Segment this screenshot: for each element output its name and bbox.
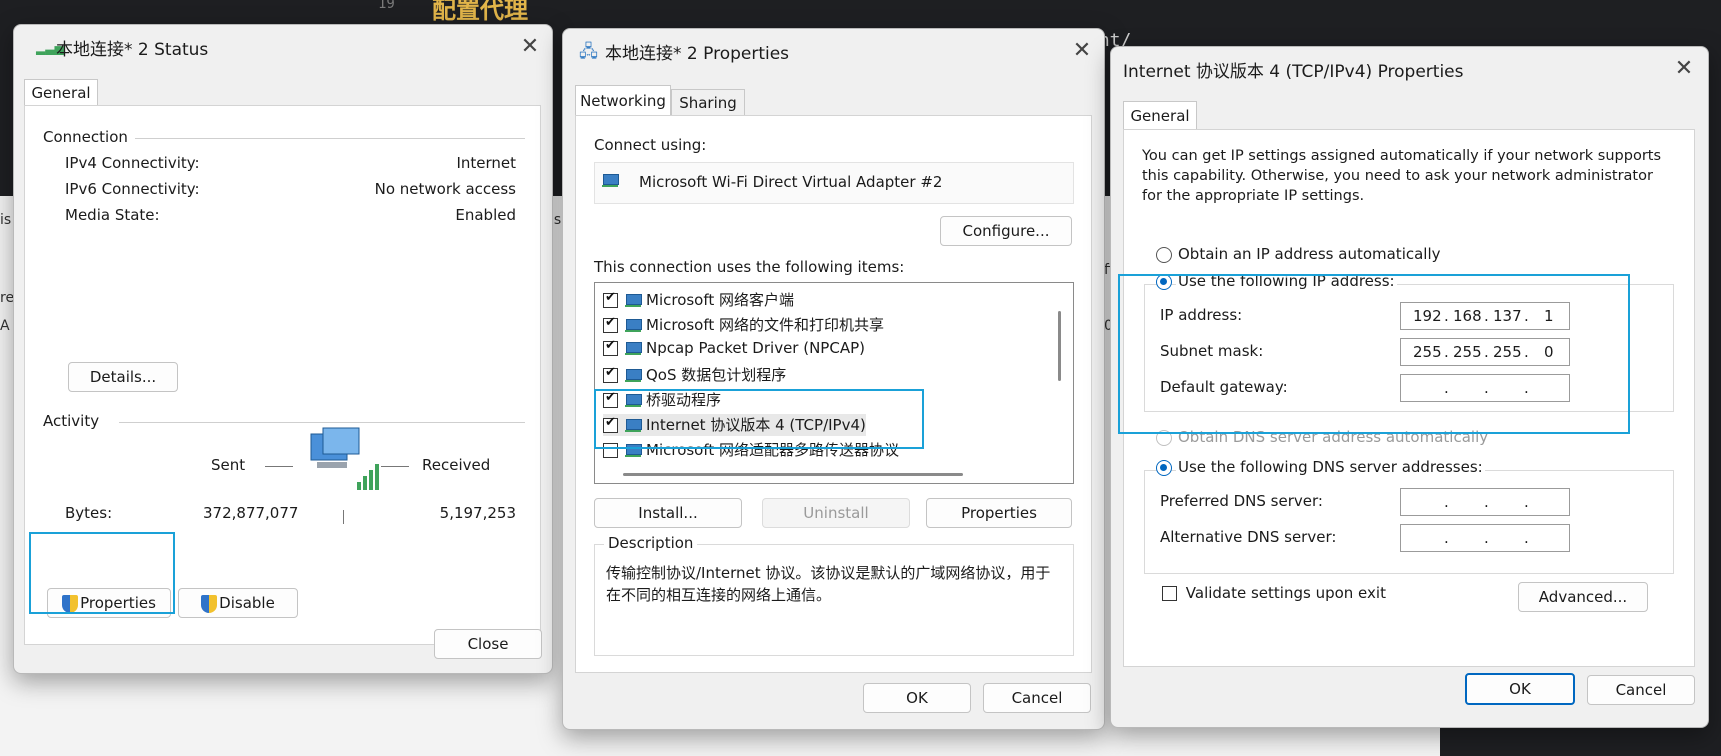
- list-item[interactable]: QoS 数据包计划程序: [603, 364, 786, 386]
- cancel-button[interactable]: Cancel: [983, 683, 1091, 713]
- description-text: 传输控制协议/Internet 协议。该协议是默认的广域网络协议，用于在不同的相…: [606, 564, 1051, 604]
- divider: [265, 466, 293, 467]
- close-icon[interactable]: ✕: [1064, 33, 1100, 69]
- horizontal-scrollbar[interactable]: [623, 473, 963, 476]
- highlight-static-ip: [1118, 274, 1630, 434]
- item-checkbox[interactable]: [603, 290, 618, 308]
- disable-button-label: Disable: [219, 594, 275, 612]
- close-icon[interactable]: ✕: [512, 29, 548, 65]
- highlight-ipv4-item: [594, 389, 924, 449]
- ipv4-connectivity-label: IPv4 Connectivity:: [65, 154, 200, 172]
- uac-shield-icon: [201, 594, 218, 613]
- media-state-label: Media State:: [65, 206, 160, 224]
- ipv4-window-title: Internet 协议版本 4 (TCP/IPv4) Properties: [1123, 62, 1464, 82]
- obtain-ip-auto-label[interactable]: Obtain an IP address automatically: [1178, 245, 1441, 263]
- validate-label: Validate settings upon exit: [1185, 584, 1386, 602]
- intro-line: You can get IP settings assigned automat…: [1142, 148, 1662, 164]
- details-button[interactable]: Details...: [68, 362, 178, 392]
- obtain-ip-auto-radio[interactable]: [1156, 247, 1172, 263]
- preferred-dns-label: Preferred DNS server:: [1160, 492, 1323, 510]
- validate-checkbox[interactable]: [1162, 586, 1177, 601]
- intro-line: this capability. Otherwise, you need to …: [1142, 168, 1653, 184]
- highlight-properties: [29, 532, 175, 614]
- properties-titlebar: 🖧 本地连接* 2 Properties ✕: [563, 29, 1104, 71]
- list-item[interactable]: Microsoft 网络客户端: [603, 289, 794, 311]
- disable-button[interactable]: Disable: [178, 588, 298, 618]
- ipv4-connectivity-value: Internet: [456, 154, 516, 172]
- properties-window: 🖧 本地连接* 2 Properties ✕ Networking Sharin…: [562, 28, 1105, 730]
- divider: [119, 422, 525, 423]
- ipv4-titlebar: Internet 协议版本 4 (TCP/IPv4) Properties ✕: [1111, 47, 1708, 89]
- properties-window-title: 本地连接* 2 Properties: [605, 44, 790, 64]
- use-following-dns-radio[interactable]: [1156, 460, 1172, 476]
- editor-line-number: 19: [378, 0, 395, 12]
- bg-fragment: is: [0, 212, 12, 228]
- close-button[interactable]: Close: [434, 629, 542, 659]
- items-label: This connection uses the following items…: [594, 258, 905, 276]
- description-heading: Description: [604, 534, 698, 552]
- ipv6-connectivity-label: IPv6 Connectivity:: [65, 180, 200, 198]
- item-label: Npcap Packet Driver (NPCAP): [646, 339, 865, 357]
- advanced-button[interactable]: Advanced...: [1518, 582, 1648, 612]
- use-following-dns-label[interactable]: Use the following DNS server addresses:: [1176, 458, 1485, 476]
- intro-text: You can get IP settings assigned automat…: [1142, 146, 1661, 206]
- received-label: Received: [422, 456, 491, 474]
- tab-networking[interactable]: Networking: [575, 85, 671, 116]
- adapter-icon: [601, 174, 619, 188]
- tab-general[interactable]: General: [1123, 101, 1197, 130]
- sent-label: Sent: [211, 456, 246, 474]
- ok-button[interactable]: OK: [1465, 673, 1575, 705]
- item-properties-button[interactable]: Properties: [926, 498, 1072, 528]
- divider: [135, 138, 525, 139]
- network-computers-icon: [305, 426, 383, 498]
- service-icon: [624, 318, 642, 333]
- static-dns-group: [1144, 470, 1674, 574]
- alternate-dns-label: Alternative DNS server:: [1160, 528, 1337, 546]
- list-item[interactable]: Npcap Packet Driver (NPCAP): [603, 338, 865, 361]
- status-titlebar: ▂▃▅ 本地连接* 2 Status ✕: [14, 25, 552, 67]
- item-label: Microsoft 网络客户端: [646, 291, 795, 309]
- connection-heading: Connection: [43, 128, 128, 146]
- uninstall-button[interactable]: Uninstall: [762, 498, 910, 528]
- adapter-box: Microsoft Wi-Fi Direct Virtual Adapter #…: [594, 162, 1074, 204]
- configure-button[interactable]: Configure...: [940, 216, 1072, 246]
- divider: [343, 510, 344, 524]
- bytes-label: Bytes:: [65, 504, 113, 522]
- client-icon: [624, 293, 642, 308]
- list-item[interactable]: Microsoft 网络的文件和打印机共享: [603, 314, 884, 336]
- item-checkbox[interactable]: [603, 315, 618, 333]
- cancel-button[interactable]: Cancel: [1587, 675, 1695, 705]
- connect-using-label: Connect using:: [594, 136, 707, 154]
- item-label: Microsoft 网络的文件和打印机共享: [646, 316, 885, 334]
- items-list[interactable]: Microsoft 网络客户端 Microsoft 网络的文件和打印机共享 Np…: [594, 282, 1074, 484]
- ok-button[interactable]: OK: [863, 683, 971, 713]
- preferred-dns-field[interactable]: ...: [1400, 488, 1570, 516]
- item-checkbox[interactable]: [603, 365, 618, 383]
- status-window-title: 本地连接* 2 Status: [56, 40, 209, 60]
- ipv6-connectivity-value: No network access: [374, 180, 516, 198]
- activity-heading: Activity: [43, 412, 100, 430]
- bytes-received-value: 5,197,253: [439, 504, 516, 522]
- bg-fragment: re: [0, 290, 15, 306]
- install-button[interactable]: Install...: [594, 498, 742, 528]
- media-state-value: Enabled: [455, 206, 516, 224]
- alternate-dns-field[interactable]: ...: [1400, 524, 1570, 552]
- network-adapter-icon: 🖧: [579, 42, 598, 62]
- item-label: QoS 数据包计划程序: [646, 366, 787, 384]
- editor-heading: 配置代理: [432, 0, 528, 24]
- tab-general[interactable]: General: [24, 79, 98, 106]
- service-icon: [624, 341, 642, 356]
- vertical-scrollbar[interactable]: [1058, 311, 1061, 381]
- tab-sharing[interactable]: Sharing: [671, 89, 745, 116]
- item-checkbox[interactable]: [603, 338, 618, 356]
- service-icon: [624, 368, 642, 383]
- bytes-sent-value: 372,877,077: [203, 504, 299, 522]
- adapter-name: Microsoft Wi-Fi Direct Virtual Adapter #…: [639, 173, 943, 191]
- bg-fragment: A: [0, 318, 10, 334]
- intro-line: for the appropriate IP settings.: [1142, 188, 1365, 204]
- divider: [381, 466, 409, 467]
- close-icon[interactable]: ✕: [1666, 51, 1702, 87]
- validate-checkbox-row[interactable]: Validate settings upon exit: [1162, 584, 1386, 602]
